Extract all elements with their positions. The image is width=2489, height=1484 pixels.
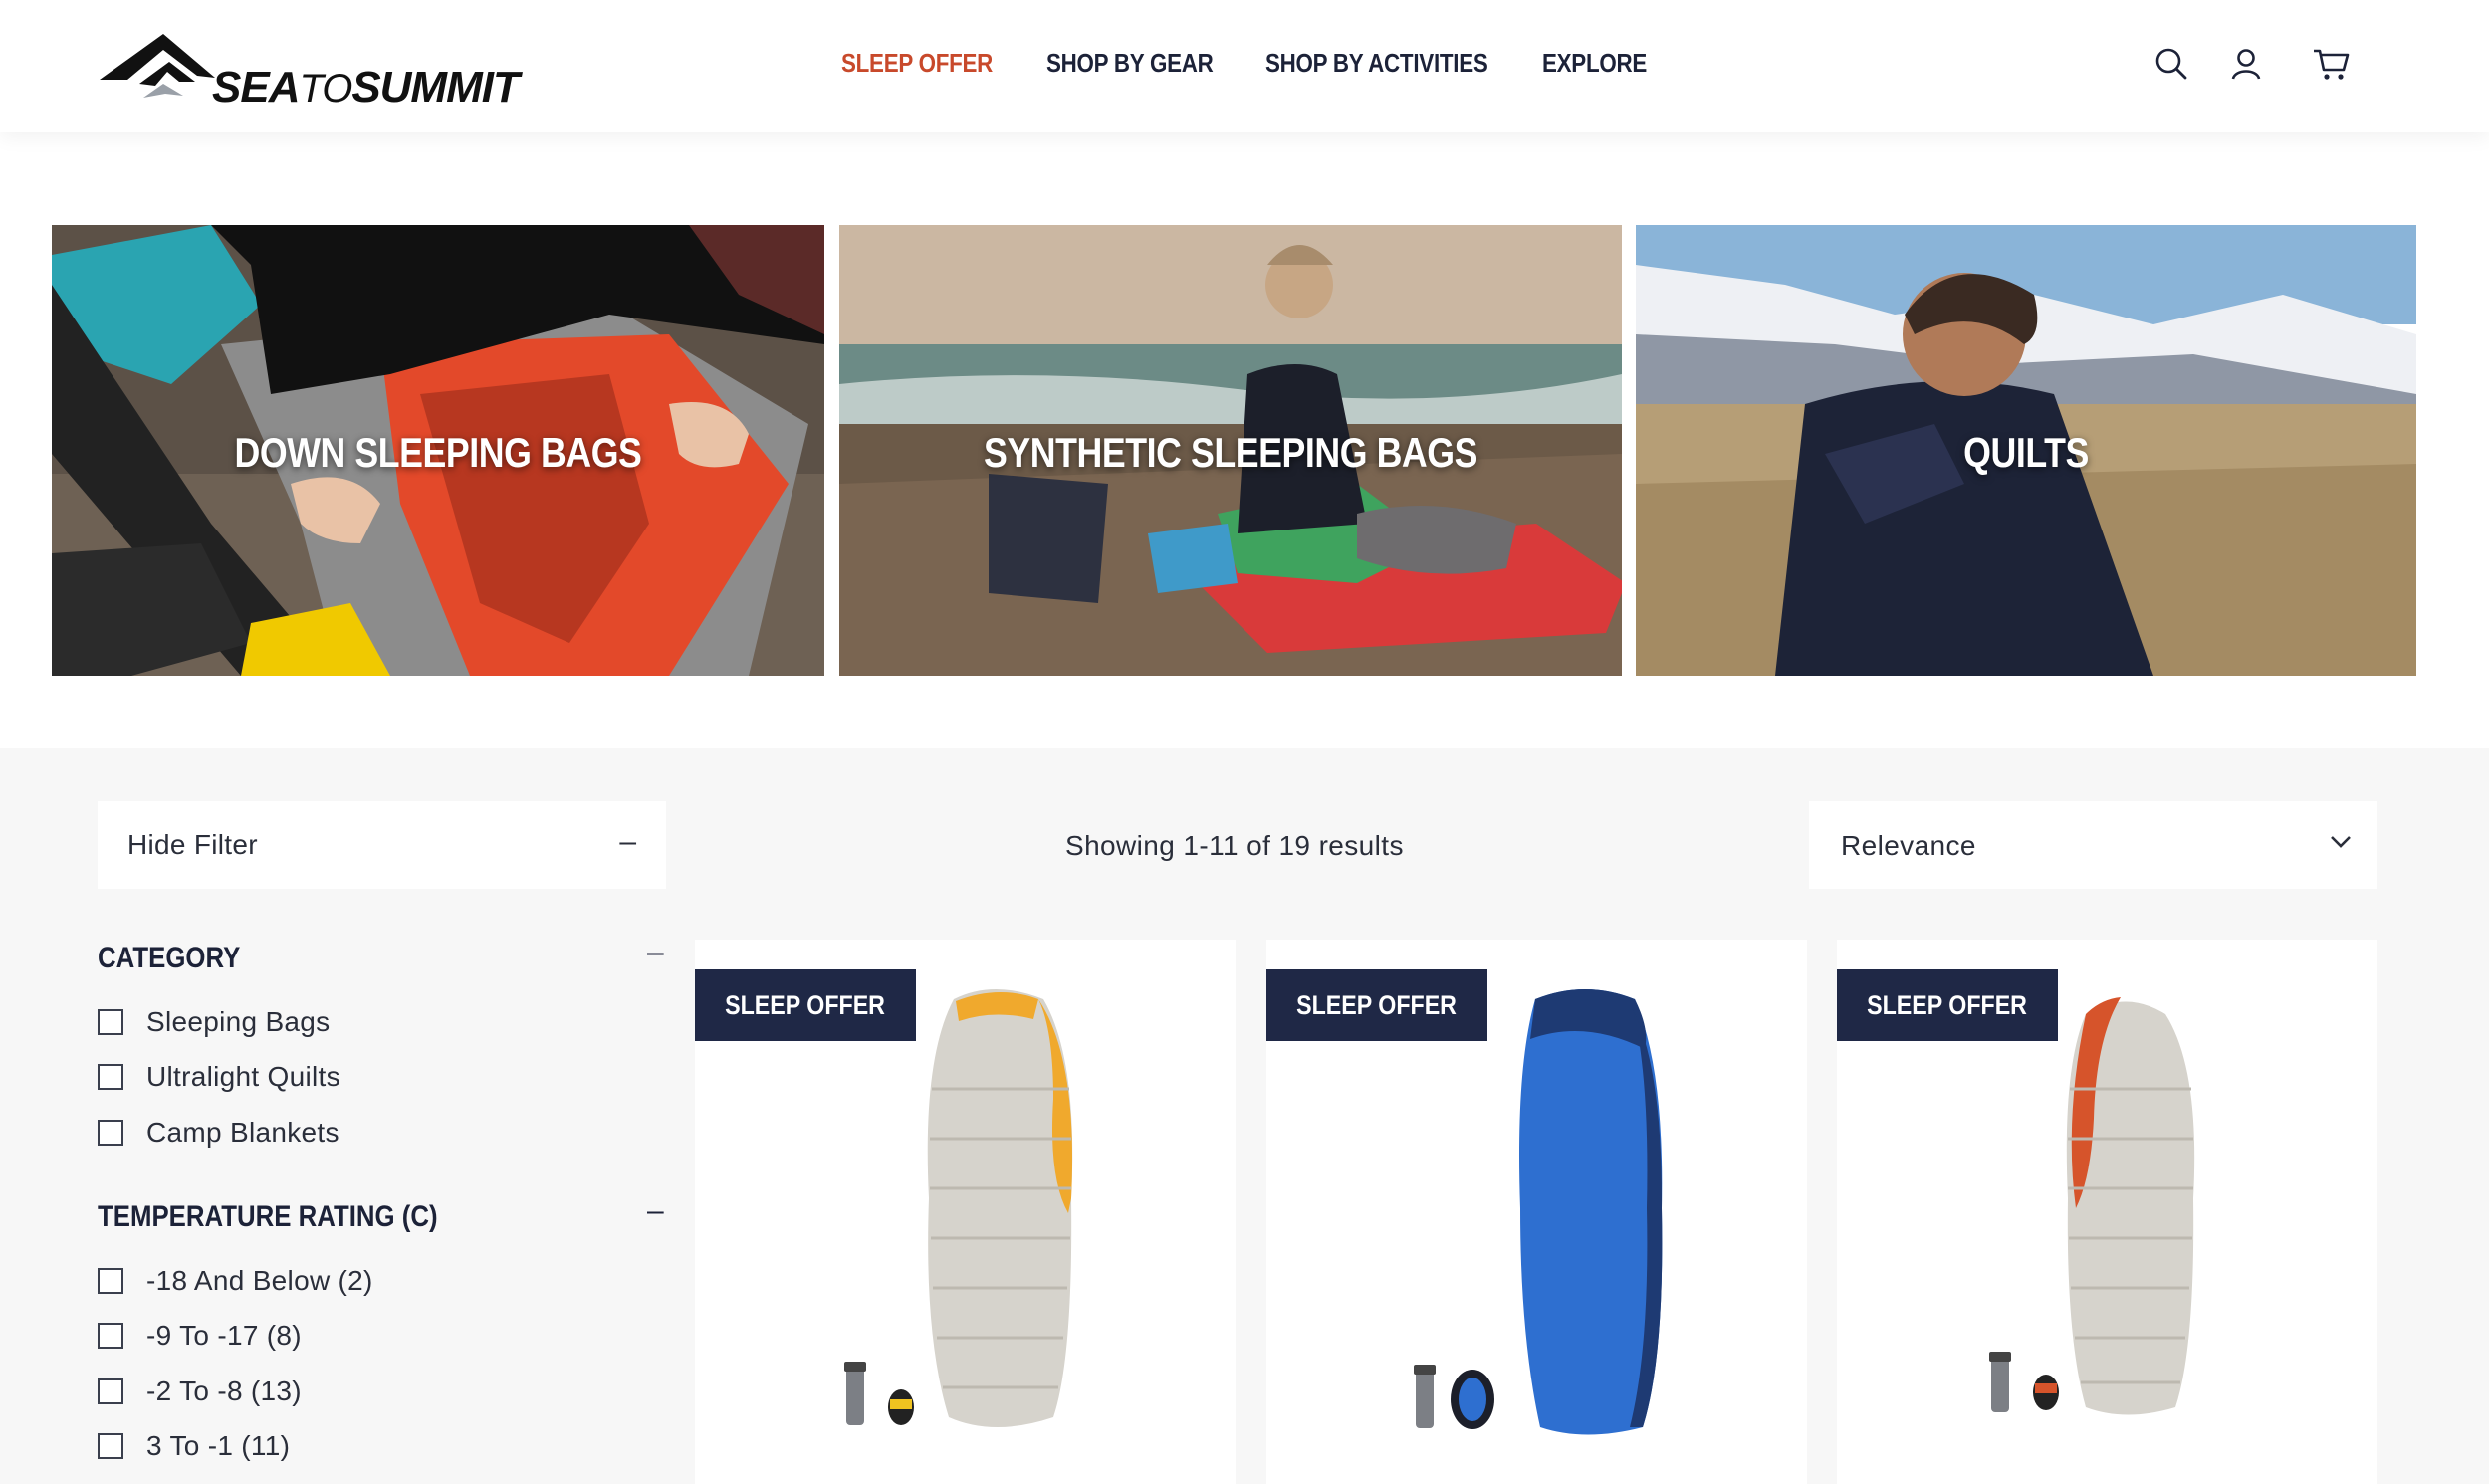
- checkbox[interactable]: [98, 1378, 123, 1404]
- nav-item-explore[interactable]: EXPLORE: [1542, 48, 1647, 79]
- product-card[interactable]: SLEEP OFFER: [1837, 940, 2377, 1484]
- category-tile-quilts[interactable]: QUILTS: [1636, 225, 2416, 676]
- sale-badge: SLEEP OFFER: [1266, 969, 1487, 1041]
- category-label: SYNTHETIC SLEEPING BAGS: [983, 429, 1478, 476]
- category-tile-down-sleeping-bags[interactable]: DOWN SLEEPING BAGS: [52, 225, 824, 676]
- checkbox[interactable]: [98, 1433, 123, 1459]
- category-label: DOWN SLEEPING BAGS: [234, 429, 642, 476]
- category-tile-synthetic-sleeping-bags[interactable]: SYNTHETIC SLEEPING BAGS: [839, 225, 1622, 676]
- filter-heading-category: CATEGORY: [98, 942, 241, 974]
- search-icon[interactable]: [2153, 46, 2189, 82]
- sort-selected-value: Relevance: [1841, 830, 1976, 861]
- chevron-down-icon: [2331, 836, 2351, 848]
- main-nav: SLEEP OFFER SHOP BY GEAR SHOP BY ACTIVIT…: [0, 48, 2489, 88]
- collapse-temperature-icon[interactable]: –: [647, 1194, 664, 1228]
- site-header: SEATOSUMMIT SLEEP OFFER SHOP BY GEAR SHO…: [0, 0, 2489, 132]
- collapse-category-icon[interactable]: –: [647, 936, 664, 969]
- checkbox[interactable]: [98, 1120, 123, 1146]
- hide-filter-button[interactable]: Hide Filter –: [98, 801, 666, 889]
- checkbox[interactable]: [98, 1064, 123, 1090]
- checkbox[interactable]: [98, 1268, 123, 1294]
- nav-item-sleep-offer[interactable]: SLEEP OFFER: [841, 48, 993, 79]
- product-card[interactable]: SLEEP OFFER: [1266, 940, 1807, 1484]
- collapse-icon: –: [619, 825, 636, 858]
- hide-filter-label: Hide Filter: [127, 829, 258, 860]
- checkbox[interactable]: [98, 1009, 123, 1035]
- product-card[interactable]: SLEEP OFFER: [695, 940, 1236, 1484]
- account-icon[interactable]: [2228, 46, 2264, 82]
- sale-badge: SLEEP OFFER: [1837, 969, 2058, 1041]
- checkbox[interactable]: [98, 1323, 123, 1349]
- results-count: Showing 1-11 of 19 results: [1065, 830, 1404, 861]
- sort-dropdown[interactable]: Relevance: [1809, 801, 2377, 889]
- nav-item-shop-by-activities[interactable]: SHOP BY ACTIVITIES: [1265, 48, 1488, 79]
- filter-heading-temperature: TEMPERATURE RATING (C): [98, 1200, 438, 1233]
- category-label: QUILTS: [1963, 429, 2089, 476]
- cart-icon[interactable]: [2312, 46, 2352, 82]
- sale-badge: SLEEP OFFER: [695, 969, 916, 1041]
- nav-item-shop-by-gear[interactable]: SHOP BY GEAR: [1046, 48, 1214, 79]
